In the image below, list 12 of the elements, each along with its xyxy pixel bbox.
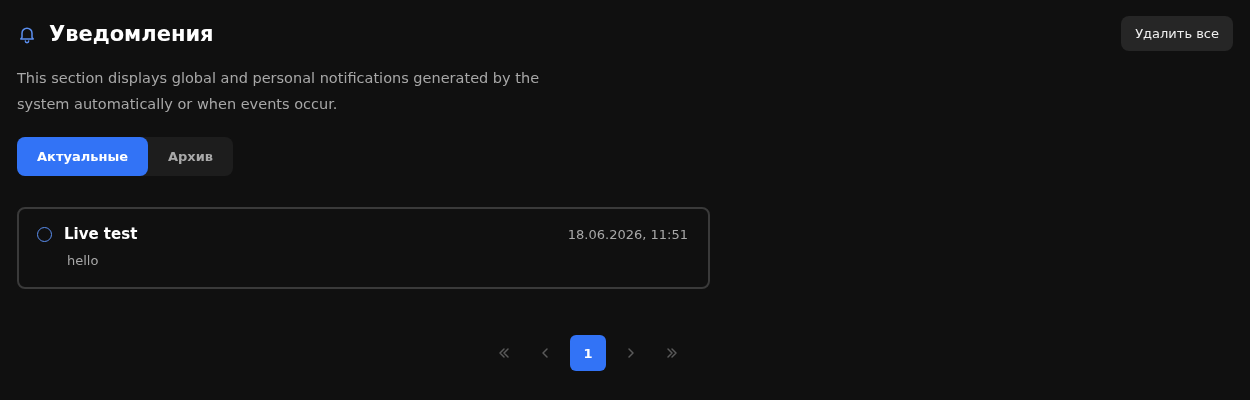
notification-time: 18.06.2026, 11:51 (567, 226, 688, 242)
notification-body: hello (67, 253, 100, 268)
tab[interactable]: Актуальные (17, 137, 148, 176)
notification-title: Live test (64, 225, 138, 243)
last-page-icon[interactable] (664, 347, 680, 359)
description-text: This section displays global and personal notifications generated by the system automatically or when events occur. (17, 69, 541, 114)
page-title: Уведомления (49, 22, 214, 46)
tab[interactable]: Архив (147, 137, 234, 176)
first-page-icon[interactable] (496, 347, 512, 359)
page-button[interactable]: 1 (570, 335, 606, 371)
delete-all-button[interactable]: Удалить все (1121, 16, 1233, 51)
notification-card[interactable]: Live test 18.06.2026, 11:51 hello (17, 207, 710, 289)
